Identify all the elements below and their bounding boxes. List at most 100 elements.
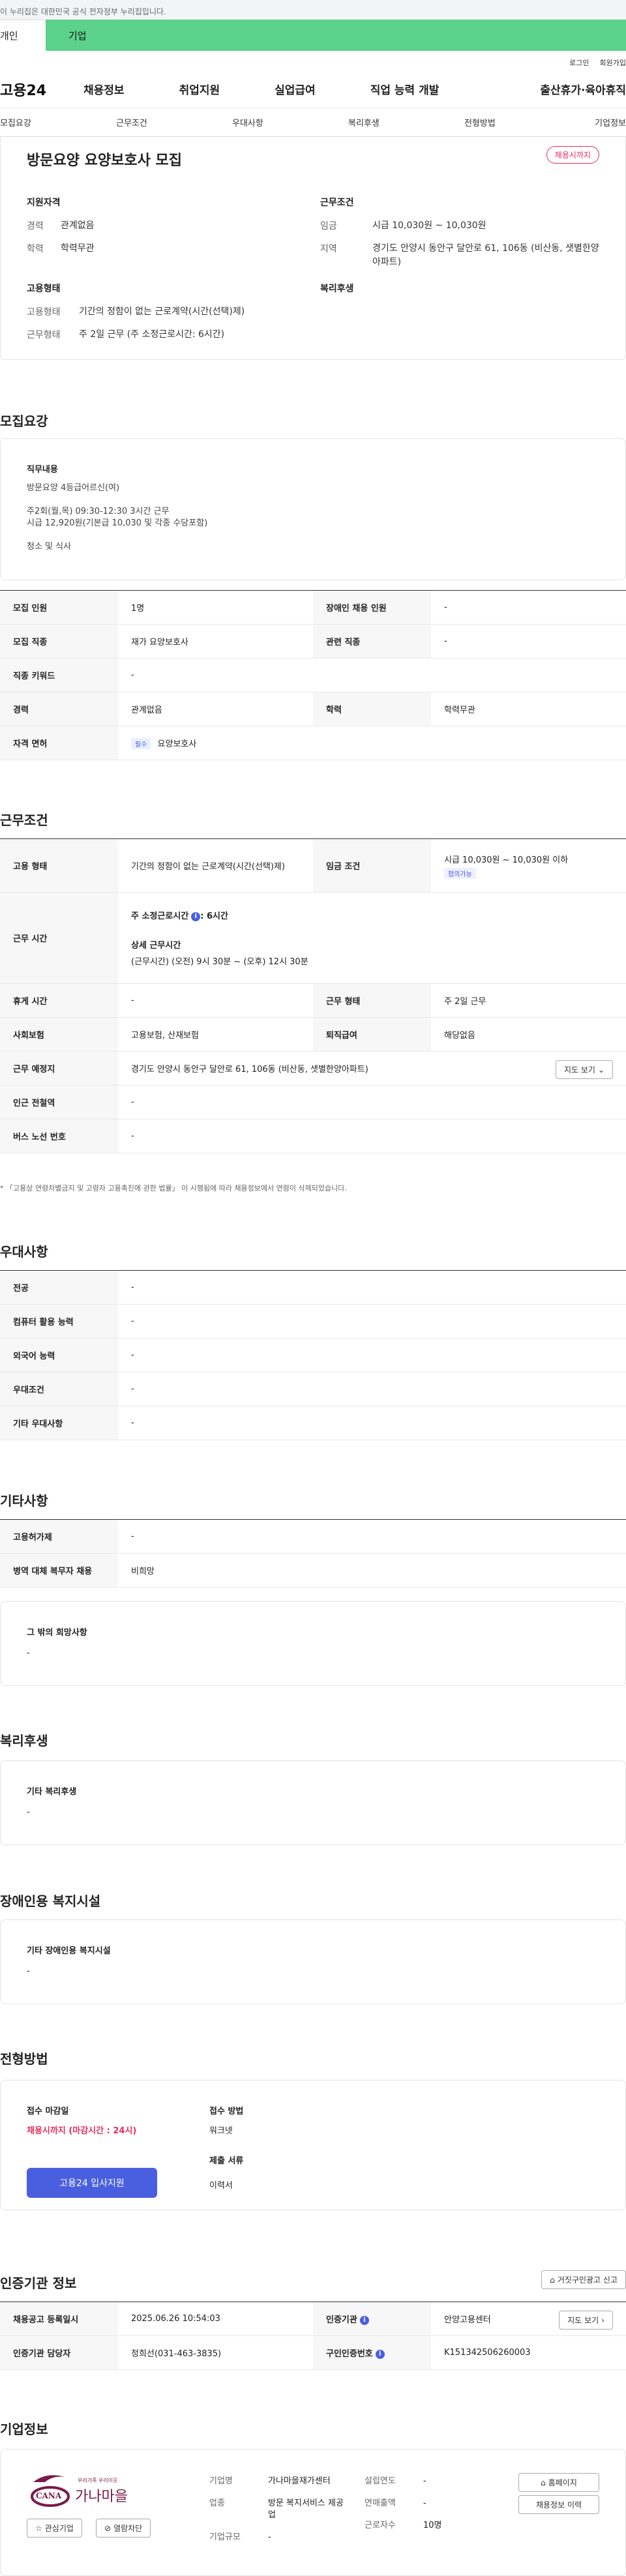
job-value: 재가 요양보호사 [118,624,313,659]
other-pref-header: 기타 우대사항 [0,1406,118,1440]
company-box: CANA 우리가족 우리이웃 가나마을 ☆ 관심기업 ⊘ 열람차단 기업명 가나마을재… [0,2449,626,2576]
related-value: - [431,624,626,659]
location-header: 근무 예정지 [0,1051,118,1086]
job-history-button[interactable]: 채용정보 이력 [518,2495,599,2514]
welfare-section-title: 복리후생 [0,1733,48,1749]
company-logo: CANA 우리가족 우리이웃 가나마을 [27,2469,157,2515]
anchor-recruit[interactable]: 모집요강 [0,116,31,128]
info-icon[interactable]: i [375,2349,385,2359]
anchor-welfare[interactable]: 복리후생 [348,116,380,128]
company-section-title: 기업정보 [0,2421,48,2437]
table-row: 모집 인원 1명 장애인 채용 인원 - [0,590,626,625]
block-company-button[interactable]: ⊘ 열람차단 [96,2519,151,2538]
table-row: 우대조건 - [0,1372,626,1406]
related-header: 관련 직종 [313,624,431,659]
revenue-label: 연매출액 [365,2498,396,2508]
career-label: 경력 [27,221,44,231]
major-value: - [118,1270,626,1305]
like-company-button[interactable]: ☆ 관심기업 [27,2519,82,2538]
duty-line: 주2회(월,목) 09:30-12:30 3시간 근무 [27,507,170,516]
gnb-item-jobs[interactable]: 채용정보 [83,81,125,97]
map-button[interactable]: 지도 보기 ⌄ [555,1060,613,1079]
pref-header: 우대조건 [0,1372,118,1406]
etc-section-title: 기타사항 [0,1493,48,1509]
regdate-header: 채용공고 등록일시 [0,2302,118,2336]
join-link[interactable]: 회원가입 [600,57,626,70]
employees-value: 10명 [423,2521,442,2530]
agency-map-button[interactable]: 지도 보기 › [559,2311,613,2330]
recruit-section-title: 모집요강 [0,413,48,429]
docs-value: 이력서 [209,2181,233,2191]
anchor-preferences[interactable]: 우대사항 [232,116,263,128]
computer-value: - [118,1304,626,1339]
keyword-value: - [118,658,626,692]
gnb-item-leave[interactable]: 출산휴가·육아휴직 [540,81,626,97]
anchor-company[interactable]: 기업정보 [595,116,626,128]
docs-heading: 제출 서류 [209,2156,244,2166]
tab-company[interactable]: 기업 [46,20,626,51]
table-row: 경력 관계없음 학력 학력무관 [0,692,626,726]
disabled-header: 장애인 채용 인원 [313,590,431,625]
agency-header: 인증기관 i [313,2302,431,2336]
deadline-value: 채용시까지 (마감시간 : 24시) [27,2126,137,2136]
subsidy-value: - [118,1519,626,1554]
summary-employment: 고용형태 고용형태 기간의 정함이 없는 근로계약(시간(선택)제) 근무형태 주 … [27,282,314,351]
table-row: 인증기관 담당자 정희선(031-463-3835) 구인인증번호 i K1513… [0,2335,626,2370]
homepage-label: 홈페이지 [548,2478,577,2487]
table-row: 모집 직종 재가 요양보호사 관련 직종 - [0,624,626,659]
license-header: 자격 면허 [0,726,118,760]
worktype-label: 근무형태 [27,330,61,340]
gnb-item-employment-support[interactable]: 취업지원 [179,81,220,97]
map-button-label: 지도 보기 [563,1065,595,1074]
table-row: 전공 - [0,1270,626,1305]
gov-banner: 이 누리집은 대한민국 공식 전자정부 누리집입니다. [0,0,626,20]
report-fake-ad-button[interactable]: ⌂ 거짓구인광고 신고 [541,2270,626,2289]
table-row: 고용허가제 - [0,1519,626,1554]
welfare-value: - [27,1807,30,1817]
util-links: 로그인 회원가입 [0,51,626,70]
anchor-selection[interactable]: 전형방법 [464,116,496,128]
star-icon: ☆ [35,2523,42,2533]
wage-negotiable-badge: 협의가능 [444,867,476,879]
bus-header: 버스 노선 번호 [0,1119,118,1153]
location-cell: 경기도 안양시 동안구 달안로 61, 106동 (비산동, 샛별한양아파트) … [118,1051,626,1086]
gnb-item-unemployment[interactable]: 실업급여 [275,81,316,97]
region-value: 경기도 안양시 동안구 달안로 61, 106동 (비산동, 샛별한양아파트) [372,243,599,267]
info-icon[interactable]: i [191,911,201,921]
deadline-badge: 채용시까지 [546,146,599,164]
language-value: - [118,1338,626,1372]
deadline-heading: 접수 마감일 [27,2107,69,2116]
revenue-value: - [423,2498,426,2508]
apply-button[interactable]: 고용24 입사지원 [27,2168,157,2198]
headcount-header: 모집 인원 [0,590,118,625]
severance-value: 해당없음 [431,1017,626,1052]
age-notice: * 「고용상 연령차별금지 및 고령자 고용촉진에 관한 법률」 이 시행됨에 … [0,1184,347,1192]
wage-label: 임금 [320,221,337,231]
license-cell: 필수 요양보호사 [118,726,626,760]
career-value: 관계없음 [61,220,95,231]
duty-box: 직무내용 방문요양 4등급어르신(여) 주2회(월,목) 09:30-12:30… [0,438,626,580]
duty-line-blank [27,494,599,506]
hours-cell: 주 소정근로시간 i: 6시간 상세 근무시간 (근무시간) (오전) 9시 30… [118,892,626,984]
info-icon[interactable]: i [359,2315,369,2325]
chevron-down-icon: ⌄ [597,1065,604,1074]
homepage-button[interactable]: ⌂ 홈페이지 [518,2473,599,2492]
welfare-heading: 기타 복리후생 [27,1787,77,1797]
gnb-item-training[interactable]: 직업 능력 개발 [370,81,440,97]
conditions-table: 고용 형태 기간의 정함이 없는 근로계약(시간(선택)제) 임금 조건 시급 … [0,838,626,1153]
insurance-value: 고용보험, 산재보험 [118,1017,313,1052]
tab-personal[interactable]: 개인 [0,20,46,51]
site-logo[interactable]: 고용24 [0,79,83,100]
anchor-conditions[interactable]: 근무조건 [116,116,147,128]
emptype-header: 고용 형태 [0,838,118,893]
keyword-header: 직종 키워드 [0,658,118,692]
table-row: 근무 시간 주 소정근로시간 i: 6시간 상세 근무시간 (근무시간) (오전)… [0,892,626,984]
career-header: 경력 [0,692,118,726]
disabled-value: - [431,590,626,625]
headcount-value: 1명 [118,590,313,625]
etc-table: 고용허가제 - 병역 대체 복무자 채용 비희망 [0,1519,626,1588]
manager-value: 정희선(031-463-3835) [118,2335,313,2370]
logo-small-text: 우리가족 우리이웃 [78,2478,118,2483]
login-link[interactable]: 로그인 [569,57,589,70]
major-header: 전공 [0,1270,118,1305]
